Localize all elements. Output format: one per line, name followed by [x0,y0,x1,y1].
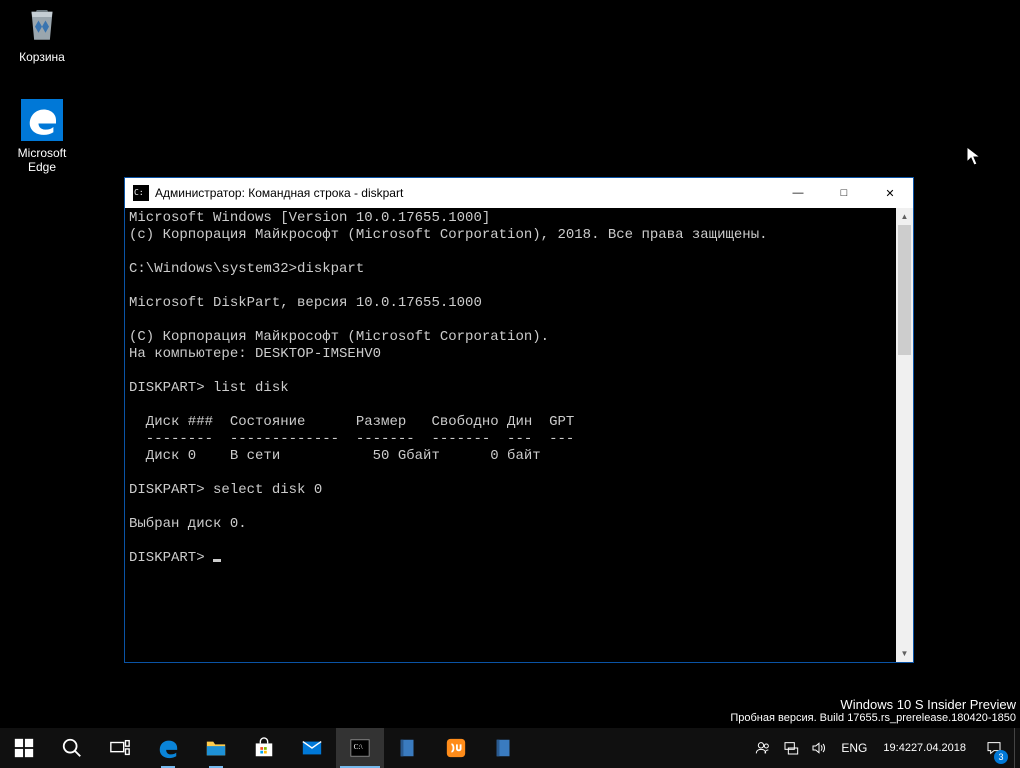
scroll-thumb[interactable] [898,225,911,355]
notebook-icon [397,737,419,759]
tray-action-center[interactable]: 3 [974,728,1014,768]
taskbar: C:\ ENG 19:42 27.04.2018 3 [0,728,1020,768]
clock-date: 27.04.2018 [911,742,966,755]
scroll-down-button[interactable]: ▼ [896,645,913,662]
taskbar-edge[interactable] [144,728,192,768]
scrollbar: ▲ ▼ [896,208,913,662]
search-icon [61,737,83,759]
tray-volume[interactable] [805,728,833,768]
explorer-icon [205,737,227,759]
taskbar-app2[interactable] [432,728,480,768]
clock-time: 19:42 [883,742,911,755]
maximize-button[interactable]: □ [821,178,867,208]
uc-icon [445,737,467,759]
taskbar-mail[interactable] [288,728,336,768]
mouse-cursor-icon [966,146,982,168]
volume-icon [811,740,827,756]
desktop-icon-label: Microsoft Edge [4,146,80,174]
watermark-line1: Windows 10 S Insider Preview [730,697,1016,712]
taskbar-explorer[interactable] [192,728,240,768]
terminal-output[interactable]: Microsoft Windows [Version 10.0.17655.10… [125,208,896,662]
desktop-icon-recycle-bin[interactable]: Корзина [4,2,80,64]
start-button[interactable] [0,728,48,768]
show-desktop-button[interactable] [1014,728,1020,768]
taskbar-app1[interactable] [384,728,432,768]
taskview-button[interactable] [96,728,144,768]
taskbar-store[interactable] [240,728,288,768]
watermark-line2: Пробная версия. Build 17655.rs_prereleas… [730,712,1016,724]
tray-language[interactable]: ENG [833,728,875,768]
build-watermark: Windows 10 S Insider Preview Пробная вер… [730,697,1016,724]
desktop-icon-label: Корзина [4,50,80,64]
close-button[interactable]: ✕ [867,178,913,208]
notification-badge: 3 [994,750,1008,764]
taskbar-cmd[interactable]: C:\ [336,728,384,768]
minimize-button[interactable]: — [775,178,821,208]
svg-text:C:\: C:\ [354,742,364,751]
start-icon [13,737,35,759]
edge-icon [157,737,179,759]
tray-clock[interactable]: 19:42 27.04.2018 [875,728,974,768]
store-icon [253,737,275,759]
window-titlebar[interactable]: Администратор: Командная строка - diskpa… [125,178,913,208]
notebook2-icon [493,737,515,759]
cmd-icon: C:\ [349,737,371,759]
recycle-bin-icon [20,2,64,46]
search-button[interactable] [48,728,96,768]
edge-icon [20,98,64,142]
desktop-icon-edge[interactable]: Microsoft Edge [4,98,80,174]
network-icon [783,740,799,756]
taskview-icon [109,737,131,759]
window-title: Администратор: Командная строка - diskpa… [155,186,775,200]
tray-network[interactable] [777,728,805,768]
tray-people[interactable] [749,728,777,768]
cmd-icon [133,185,149,201]
scroll-up-button[interactable]: ▲ [896,208,913,225]
cmd-window: Администратор: Командная строка - diskpa… [124,177,914,663]
taskbar-app3[interactable] [480,728,528,768]
people-icon [755,740,771,756]
mail-icon [301,737,323,759]
